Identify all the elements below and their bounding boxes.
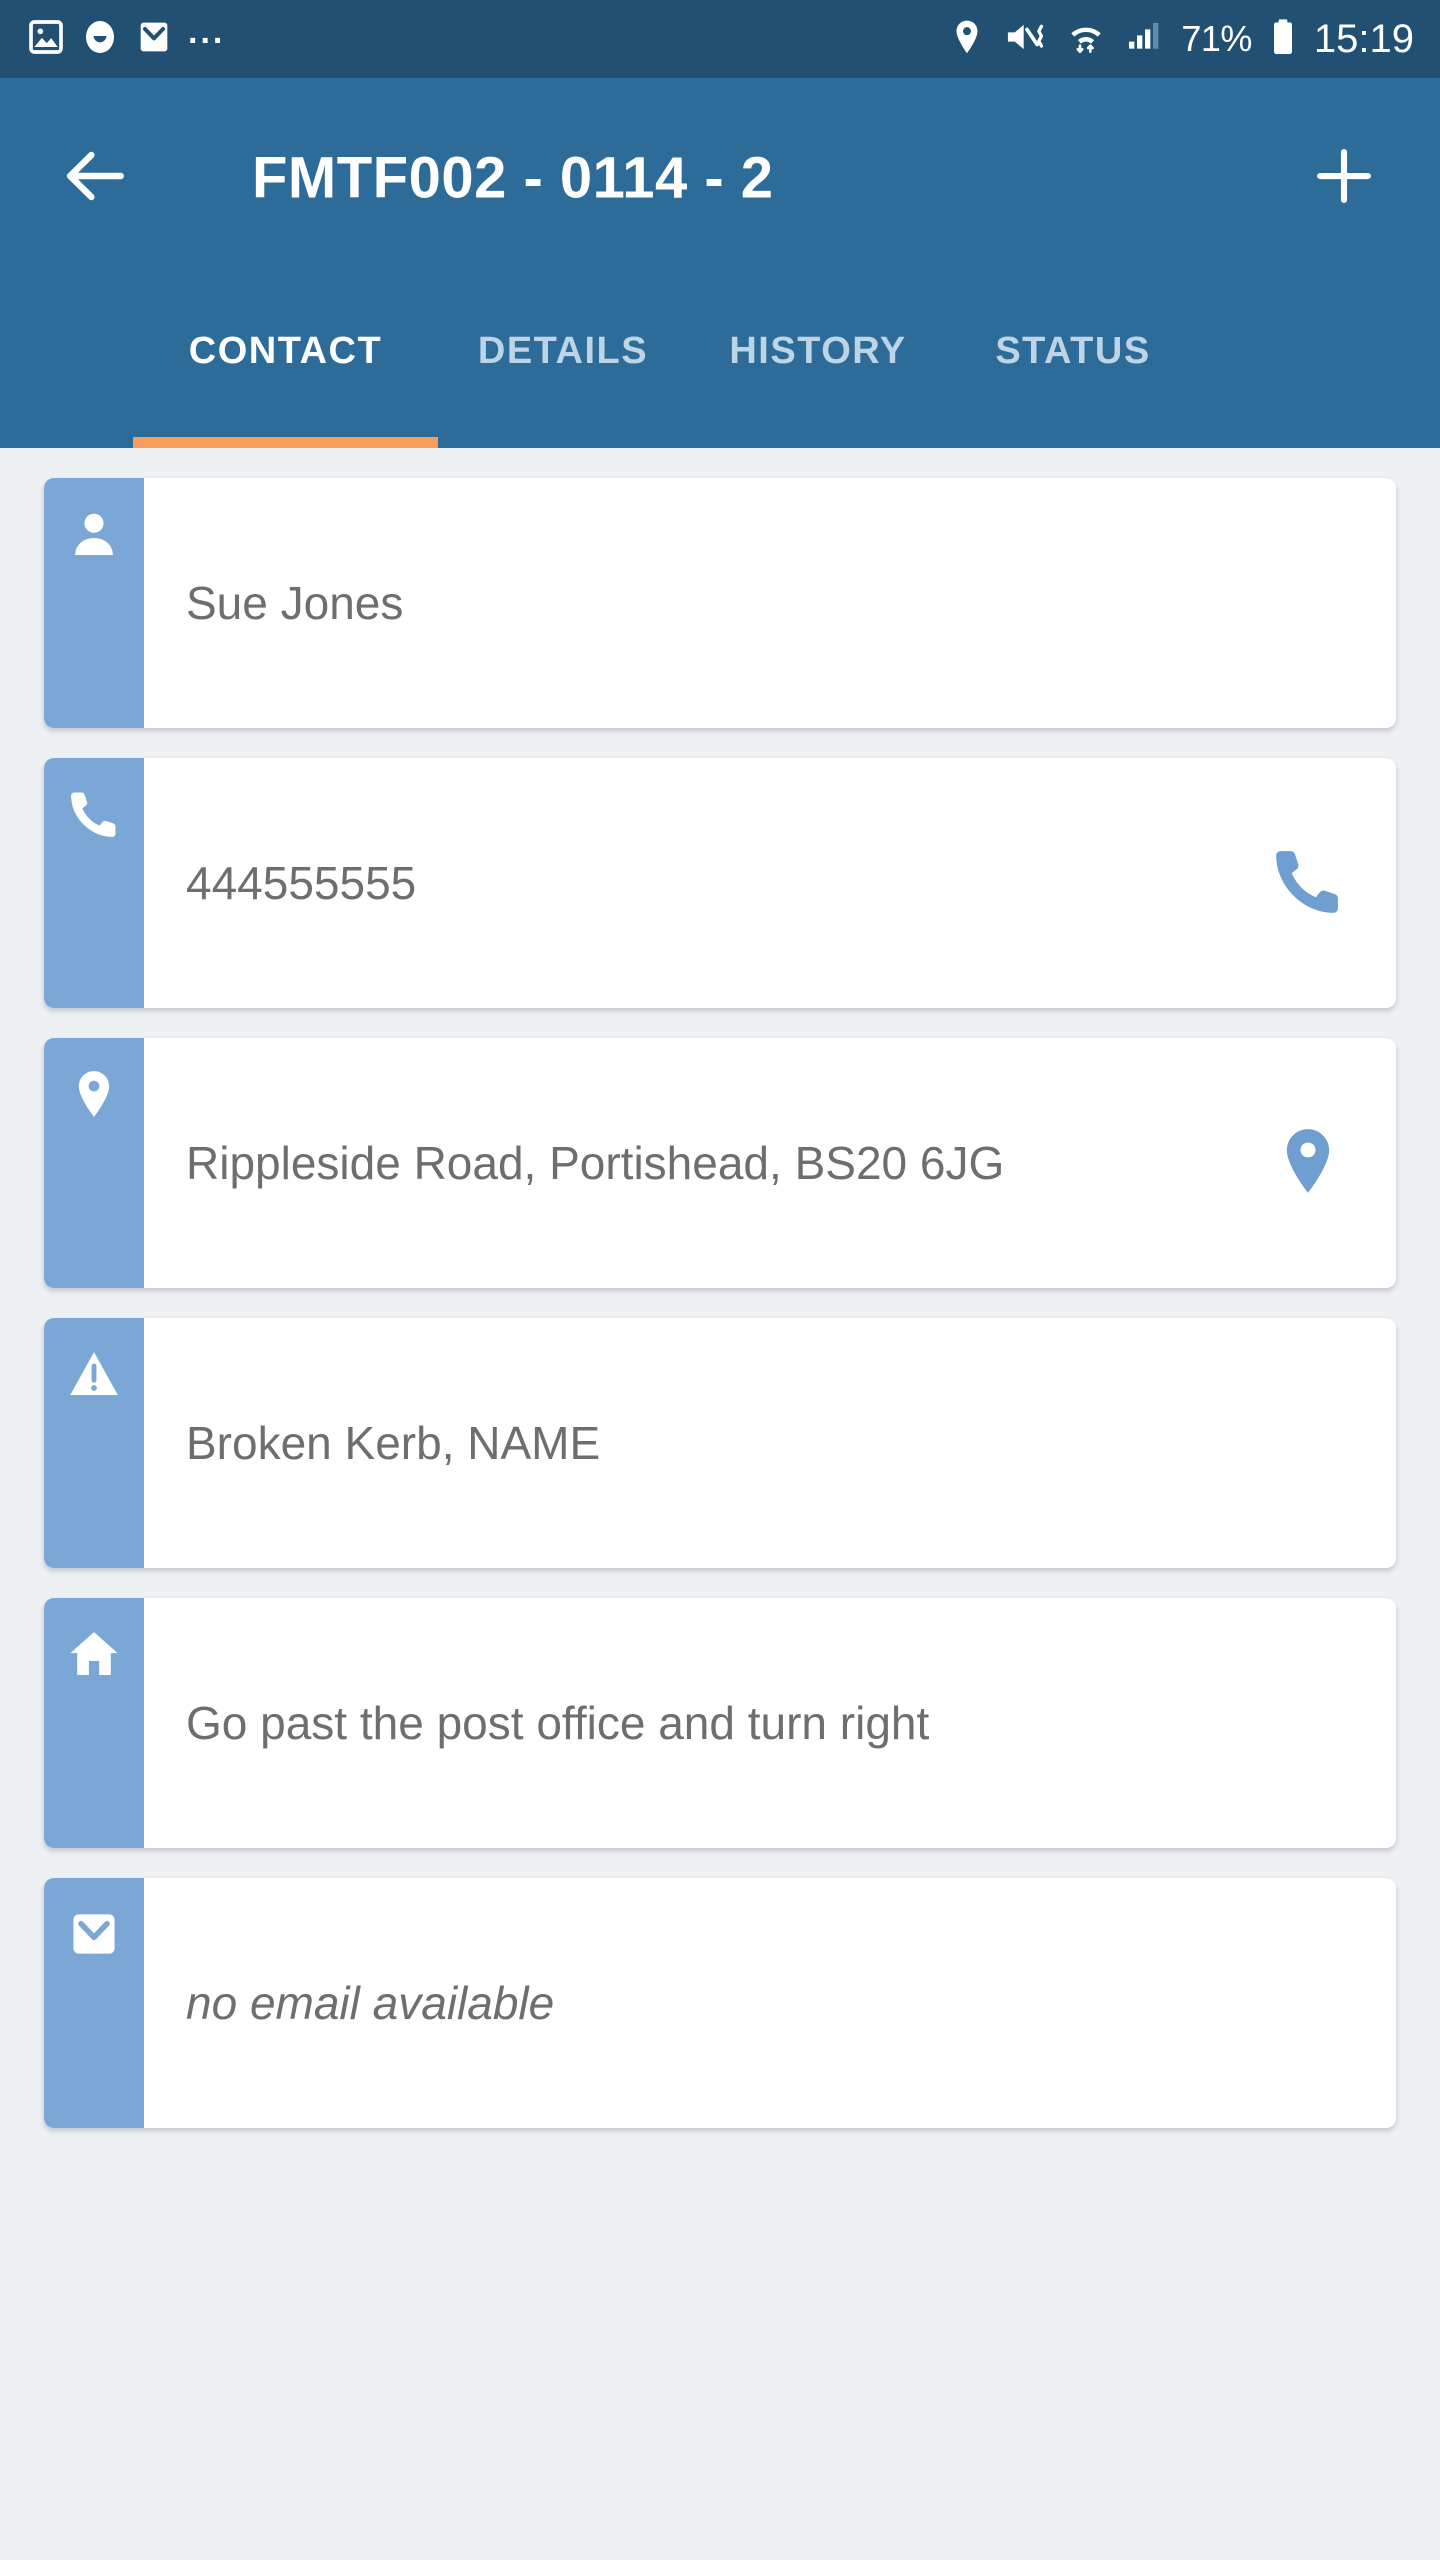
status-bar-system-icons: 71% 15:19 [947,17,1414,62]
contact-card-address[interactable]: Rippleside Road, Portishead, BS20 6JG [44,1038,1396,1288]
contact-card-name[interactable]: Sue Jones [44,478,1396,728]
notification-overflow-dots: ... [188,13,226,51]
wifi-icon [1065,17,1107,62]
contact-phone-value: 444555555 [186,857,417,909]
contact-card-directions[interactable]: Go past the post office and turn right [44,1598,1396,1848]
app-screen: ... 71% 15:19 FMTF002 - 0114 - 2 CONTACT… [0,0,1440,2560]
call-button[interactable] [1260,835,1356,931]
contact-card-email[interactable]: no email available [44,1878,1396,2128]
status-bar: ... 71% 15:19 [0,0,1440,78]
mail-icon [134,17,174,62]
mute-vibrate-icon [1003,17,1049,62]
battery-percent-label: 71% [1181,18,1252,59]
signal-icon [1123,17,1165,62]
home-icon [66,1626,122,1687]
contact-email-value: no email available [186,1977,555,2029]
plus-icon [1309,141,1379,216]
card-body: Go past the post office and turn right [144,1598,1396,1848]
page-title: FMTF002 - 0114 - 2 [252,145,774,211]
status-bar-notifications: ... [26,13,226,62]
card-strip [44,1318,144,1568]
tab-status[interactable]: STATUS [948,278,1198,448]
card-body: 444555555 [144,758,1396,1008]
tab-details[interactable]: DETAILS [438,278,688,448]
tab-contact-label: CONTACT [188,329,383,372]
contact-card-issue[interactable]: Broken Kerb, NAME [44,1318,1396,1568]
clock-label: 15:19 [1313,16,1414,61]
call-icon [1269,842,1347,925]
map-button[interactable] [1260,1115,1356,1211]
tab-contact[interactable]: CONTACT [133,278,438,448]
warning-icon [66,1346,122,1407]
contact-card-phone[interactable]: 444555555 [44,758,1396,1008]
person-icon [66,506,122,567]
map-pin-icon [1269,1122,1347,1205]
battery-icon [1268,17,1298,62]
card-body: no email available [144,1878,1396,2128]
contact-name-value: Sue Jones [186,577,404,629]
smiley-icon [80,17,120,62]
tab-details-label: DETAILS [477,329,649,372]
contact-card-list: Sue Jones 444555555 Rippleside Road, Por… [0,448,1440,2158]
tab-history-label: HISTORY [729,329,907,372]
contact-directions-value: Go past the post office and turn right [186,1697,930,1749]
card-body: Rippleside Road, Portishead, BS20 6JG [144,1038,1396,1288]
card-strip [44,758,144,1008]
card-strip [44,1598,144,1848]
image-icon [26,17,66,62]
location-pin-icon [66,1066,122,1127]
card-strip [44,1038,144,1288]
back-button[interactable] [48,130,144,226]
arrow-left-icon [59,139,133,218]
tab-bar: CONTACT DETAILS HISTORY STATUS [0,278,1440,448]
card-body: Sue Jones [144,478,1396,728]
envelope-icon [66,1906,122,1967]
card-strip [44,1878,144,2128]
tab-status-label: STATUS [995,329,1151,372]
location-icon [947,17,987,62]
contact-issue-value: Broken Kerb, NAME [186,1417,601,1469]
card-strip [44,478,144,728]
phone-icon [66,786,122,847]
add-button[interactable] [1296,130,1392,226]
app-bar: FMTF002 - 0114 - 2 CONTACT DETAILS HISTO… [0,78,1440,448]
contact-address-value: Rippleside Road, Portishead, BS20 6JG [186,1137,1005,1189]
card-body: Broken Kerb, NAME [144,1318,1396,1568]
tab-history[interactable]: HISTORY [688,278,948,448]
app-bar-top-row: FMTF002 - 0114 - 2 [0,78,1440,278]
